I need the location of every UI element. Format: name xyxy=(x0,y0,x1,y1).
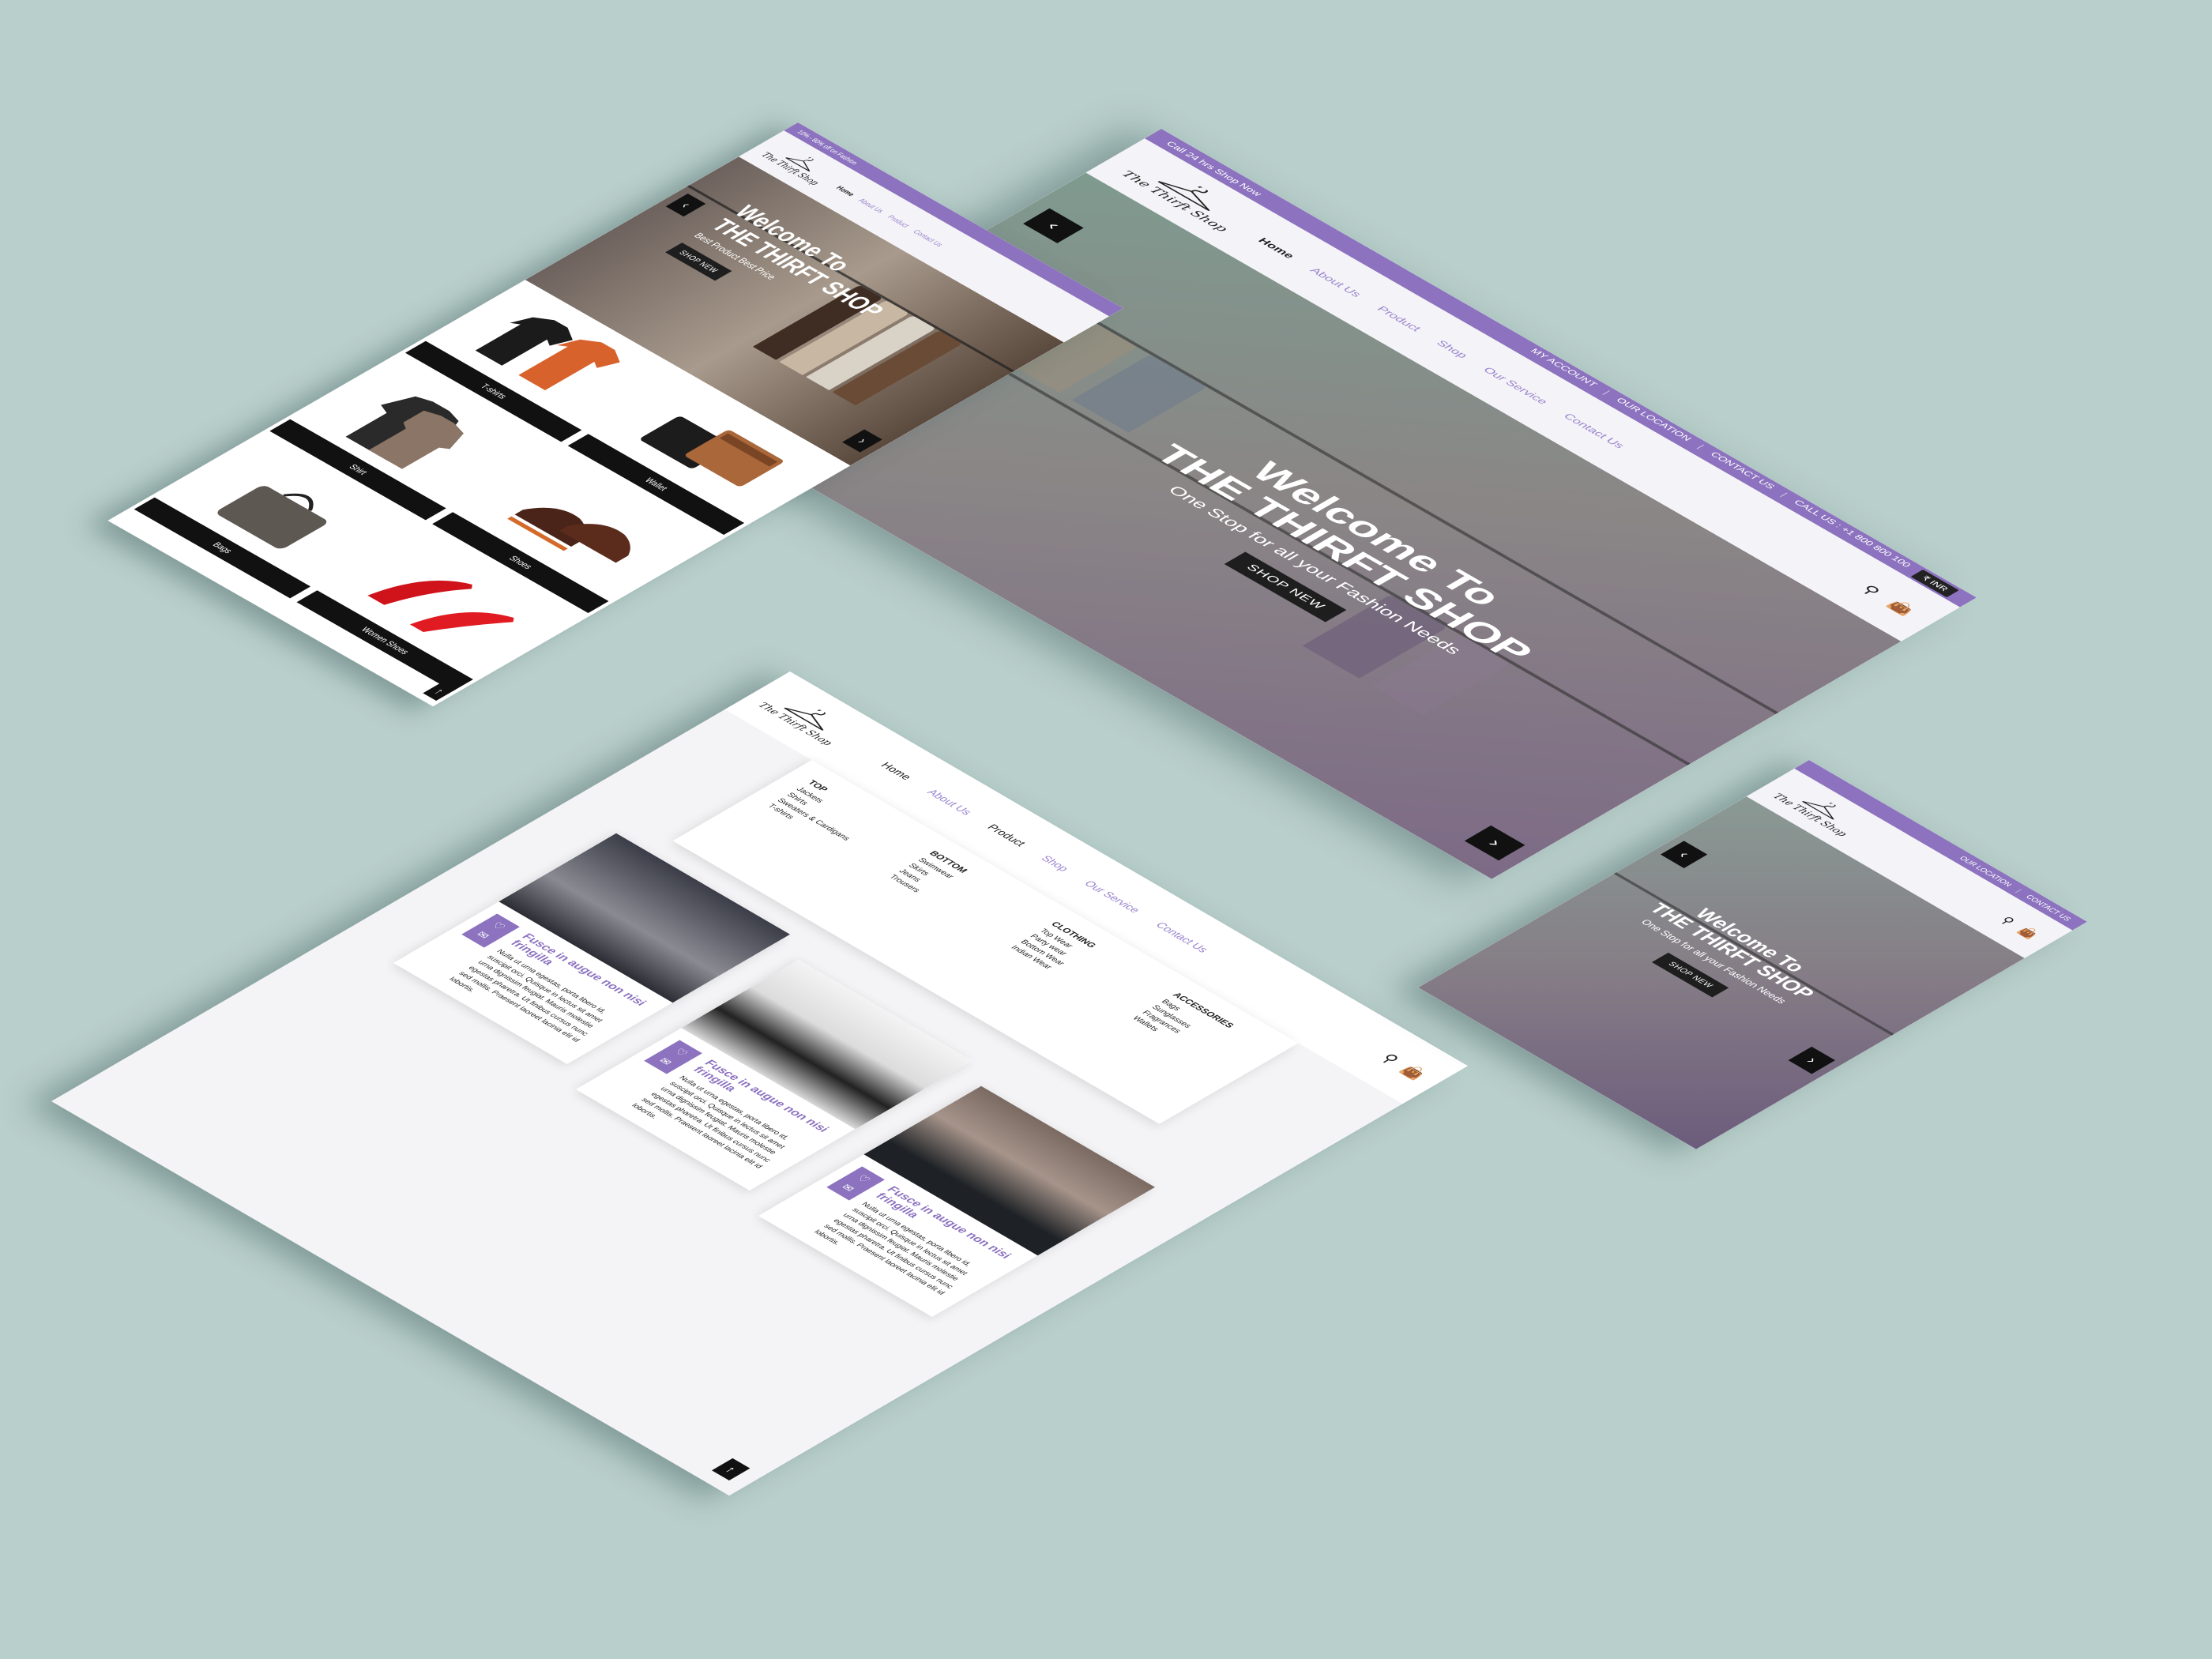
heart-icon[interactable]: ♡ xyxy=(853,1173,874,1185)
nav-about[interactable]: About Us xyxy=(856,198,885,214)
nav-about[interactable]: About Us xyxy=(1307,266,1364,299)
cart-icon[interactable]: 👜 xyxy=(2014,924,2042,940)
screen-mega-menu: The Thirft Shop Home About Us Product Sh… xyxy=(51,672,1468,1496)
nav-product[interactable]: Product xyxy=(1375,304,1424,333)
arrow-up-icon[interactable]: ↑ xyxy=(712,1458,750,1480)
comment-icon[interactable]: ✉ xyxy=(473,930,492,941)
nav-home[interactable]: Home xyxy=(878,761,915,782)
header-icons: ⚲ 👜 xyxy=(1997,914,2042,940)
nav-home[interactable]: Home xyxy=(834,185,856,198)
nav-about[interactable]: About Us xyxy=(924,788,975,817)
comment-icon[interactable]: ✉ xyxy=(656,1056,675,1067)
nav-home[interactable]: Home xyxy=(1255,236,1297,261)
nav-contact[interactable]: Contact Us xyxy=(1561,412,1627,450)
blog-card-text: Nulla ut urna egestas, porta libero id, … xyxy=(812,1201,974,1296)
nav-service[interactable]: Our Service xyxy=(1480,366,1551,406)
blog-card-text: Nulla ut urna egestas, porta libero id, … xyxy=(447,948,609,1044)
nav-product[interactable]: Product xyxy=(885,214,911,229)
blog-card-text: Nulla ut urna egestas, porta libero id, … xyxy=(630,1074,792,1170)
heart-icon[interactable]: ♡ xyxy=(488,920,509,932)
nav-product[interactable]: Product xyxy=(984,822,1028,848)
nav-contact[interactable]: Contact Us xyxy=(1153,920,1211,954)
header-icons: ⚲ 👜 xyxy=(1377,1051,1431,1082)
search-icon[interactable]: ⚲ xyxy=(1377,1051,1404,1066)
search-icon[interactable]: ⚲ xyxy=(1997,914,2018,927)
brand-logo[interactable]: The Thirft Shop xyxy=(756,690,855,747)
nav-service[interactable]: Our Service xyxy=(1082,878,1143,914)
cart-icon[interactable]: 👜 xyxy=(1883,597,1920,618)
search-icon[interactable]: ⚲ xyxy=(1857,582,1885,598)
mockup-scene: Call 24 hrs Shop Now MY ACCOUNT | OUR LOC… xyxy=(0,0,2212,1659)
heart-icon[interactable]: ♡ xyxy=(671,1047,691,1059)
nav-shop[interactable]: Shop xyxy=(1038,854,1072,874)
menu-column-bottom: BOTTOM Swimwear Skirts Jeans Trousers xyxy=(885,848,971,899)
nav-shop[interactable]: Shop xyxy=(1434,339,1470,360)
comment-icon[interactable]: ✉ xyxy=(838,1183,857,1194)
menu-column-clothing: CLOTHING Top Wear Party wear Bottom Wear… xyxy=(1006,920,1100,974)
nav-contact[interactable]: Contact Us xyxy=(911,229,944,248)
header-icons: ⚲ 👜 xyxy=(1857,582,1919,618)
cart-icon[interactable]: 👜 xyxy=(1397,1063,1431,1082)
menu-column-accessories: ACCESSORIES Bags Sunglasses Fragrances W… xyxy=(1128,990,1238,1054)
